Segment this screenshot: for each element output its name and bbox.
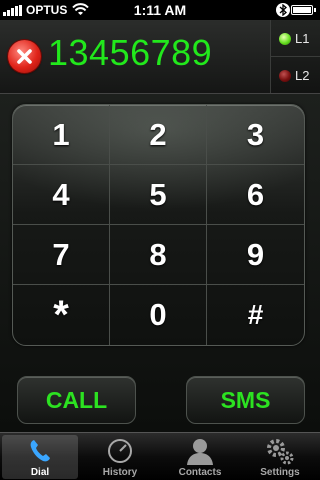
line-1-label: L1	[295, 31, 310, 46]
tab-dial-label: Dial	[30, 467, 50, 478]
key-6[interactable]: 6	[207, 165, 304, 225]
key-2[interactable]: 2	[110, 105, 207, 165]
phone-handset-icon	[30, 440, 50, 462]
line-2-status-led-icon	[279, 70, 291, 82]
key-9[interactable]: 9	[207, 225, 304, 285]
line-2-button[interactable]: L2	[271, 57, 320, 93]
tab-bar: Dial History Contacts Settings	[0, 432, 320, 480]
tab-history[interactable]: History	[82, 435, 158, 479]
number-display-area: 13456789	[0, 20, 270, 93]
key-1[interactable]: 1	[13, 105, 110, 165]
key-star[interactable]: *	[13, 285, 110, 345]
line-1-status-led-icon	[279, 33, 291, 45]
battery-icon	[291, 5, 316, 15]
tab-history-label: History	[102, 467, 138, 478]
bluetooth-icon	[276, 3, 290, 17]
key-7[interactable]: 7	[13, 225, 110, 285]
tab-contacts-label: Contacts	[178, 467, 222, 478]
gears-icon	[267, 439, 294, 465]
line-selector: L1 L2	[270, 20, 320, 93]
tab-settings-label: Settings	[260, 467, 300, 478]
sms-button[interactable]: SMS	[186, 376, 305, 424]
tab-contacts[interactable]: Contacts	[162, 435, 238, 479]
clock-icon	[108, 439, 132, 463]
person-silhouette-icon	[187, 439, 213, 465]
key-8[interactable]: 8	[110, 225, 207, 285]
tab-dial[interactable]: Dial	[2, 435, 78, 479]
line-1-button[interactable]: L1	[271, 20, 320, 57]
tab-settings[interactable]: Settings	[242, 435, 318, 479]
key-0[interactable]: 0	[110, 285, 207, 345]
line-2-label: L2	[295, 68, 310, 83]
key-hash[interactable]: #	[207, 285, 304, 345]
status-bar: OPTUS 1:11 AM	[0, 0, 320, 20]
dial-keypad: 1 2 3 4 5 6 7 8 9 * 0 #	[12, 104, 305, 346]
status-time: 1:11 AM	[133, 2, 187, 18]
key-5[interactable]: 5	[110, 165, 207, 225]
call-button[interactable]: CALL	[17, 376, 136, 424]
dialer-screen: OPTUS 1:11 AM 13456789 L1 L2 1 2 3 4 5 6…	[0, 0, 320, 480]
dialed-number: 13456789	[48, 32, 213, 73]
key-4[interactable]: 4	[13, 165, 110, 225]
key-3[interactable]: 3	[207, 105, 304, 165]
clear-x-icon[interactable]	[8, 40, 41, 73]
